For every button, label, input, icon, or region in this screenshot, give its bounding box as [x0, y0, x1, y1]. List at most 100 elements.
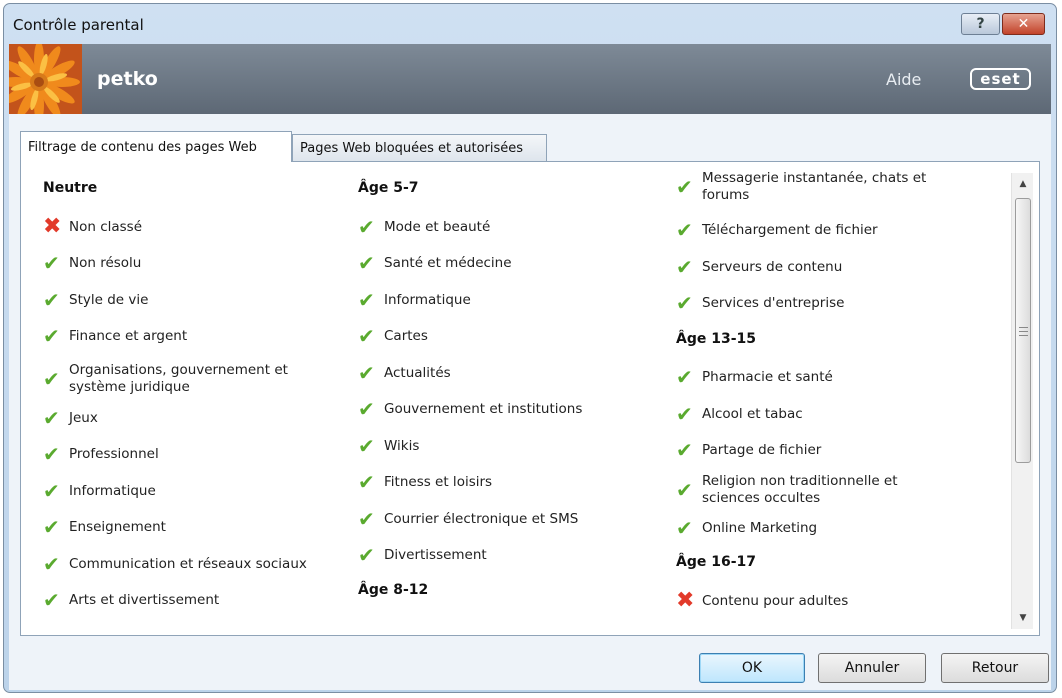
- check-icon[interactable]: ✔: [358, 509, 375, 529]
- status-icon-wrapper[interactable]: ✔: [43, 408, 69, 428]
- check-icon[interactable]: ✔: [676, 480, 693, 500]
- status-icon-wrapper[interactable]: ✔: [358, 253, 384, 273]
- category-item[interactable]: ✔ Communication et réseaux sociaux: [43, 554, 343, 574]
- check-icon[interactable]: ✔: [358, 545, 375, 565]
- status-icon-wrapper[interactable]: ✔: [676, 367, 702, 387]
- status-icon-wrapper[interactable]: ✔: [676, 480, 702, 500]
- check-icon[interactable]: ✔: [676, 177, 693, 197]
- check-icon[interactable]: ✔: [43, 481, 60, 501]
- check-icon[interactable]: ✔: [676, 404, 693, 424]
- check-icon[interactable]: ✔: [676, 293, 693, 313]
- status-icon-wrapper[interactable]: ✔: [676, 440, 702, 460]
- category-item[interactable]: ✔ Style de vie: [43, 290, 343, 310]
- category-item[interactable]: ✖ Non classé: [43, 216, 343, 238]
- category-item[interactable]: ✔ Finance et argent: [43, 326, 343, 346]
- check-icon[interactable]: ✔: [43, 554, 60, 574]
- status-icon-wrapper[interactable]: ✔: [43, 369, 69, 389]
- status-icon-wrapper[interactable]: ✔: [358, 545, 384, 565]
- cross-icon[interactable]: ✖: [43, 216, 61, 238]
- check-icon[interactable]: ✔: [358, 399, 375, 419]
- check-icon[interactable]: ✔: [43, 369, 60, 389]
- check-icon[interactable]: ✔: [43, 517, 60, 537]
- check-icon[interactable]: ✔: [43, 253, 60, 273]
- check-icon[interactable]: ✔: [676, 518, 693, 538]
- category-item[interactable]: ✔ Gouvernement et institutions: [358, 399, 658, 419]
- status-icon-wrapper[interactable]: ✔: [43, 554, 69, 574]
- category-item[interactable]: ✔ Santé et médecine: [358, 253, 658, 273]
- check-icon[interactable]: ✔: [43, 444, 60, 464]
- check-icon[interactable]: ✔: [43, 290, 60, 310]
- status-icon-wrapper[interactable]: ✔: [358, 436, 384, 456]
- check-icon[interactable]: ✔: [358, 253, 375, 273]
- ok-button[interactable]: OK: [699, 653, 805, 683]
- category-item[interactable]: ✔ Informatique: [358, 290, 658, 310]
- category-item[interactable]: ✔ Messagerie instantanée, chats et forums: [676, 170, 958, 204]
- category-item[interactable]: ✔ Alcool et tabac: [676, 404, 976, 424]
- category-item[interactable]: ✔ Non résolu: [43, 253, 343, 273]
- check-icon[interactable]: ✔: [358, 436, 375, 456]
- status-icon-wrapper[interactable]: ✔: [358, 326, 384, 346]
- category-item[interactable]: ✔ Fitness et loisirs: [358, 472, 658, 492]
- check-icon[interactable]: ✔: [676, 367, 693, 387]
- help-button[interactable]: ?: [961, 13, 1000, 35]
- check-icon[interactable]: ✔: [358, 290, 375, 310]
- category-item[interactable]: ✖ Contenu pour adultes: [676, 590, 976, 612]
- category-item[interactable]: ✔ Arts et divertissement: [43, 590, 343, 610]
- check-icon[interactable]: ✔: [43, 590, 60, 610]
- status-icon-wrapper[interactable]: ✔: [43, 444, 69, 464]
- category-item[interactable]: ✔ Courrier électronique et SMS: [358, 509, 658, 529]
- help-link[interactable]: Aide: [886, 70, 921, 89]
- vertical-scrollbar[interactable]: ▲ ▼: [1011, 173, 1033, 629]
- category-item[interactable]: ✔ Téléchargement de fichier: [676, 220, 976, 240]
- status-icon-wrapper[interactable]: ✔: [676, 293, 702, 313]
- check-icon[interactable]: ✔: [43, 408, 60, 428]
- scroll-up-arrow-icon[interactable]: ▲: [1012, 175, 1034, 193]
- category-item[interactable]: ✔ Partage de fichier: [676, 440, 976, 460]
- status-icon-wrapper[interactable]: ✔: [43, 326, 69, 346]
- category-item[interactable]: ✔ Religion non traditionnelle et sciences…: [676, 473, 958, 507]
- check-icon[interactable]: ✔: [358, 217, 375, 237]
- check-icon[interactable]: ✔: [676, 257, 693, 277]
- status-icon-wrapper[interactable]: ✖: [676, 590, 702, 612]
- status-icon-wrapper[interactable]: ✔: [676, 257, 702, 277]
- tab-web-content-filtering[interactable]: Filtrage de contenu des pages Web: [20, 131, 292, 162]
- back-button[interactable]: Retour: [941, 653, 1049, 683]
- status-icon-wrapper[interactable]: ✔: [676, 518, 702, 538]
- status-icon-wrapper[interactable]: ✔: [358, 217, 384, 237]
- category-item[interactable]: ✔ Cartes: [358, 326, 658, 346]
- category-item[interactable]: ✔ Services d'entreprise: [676, 293, 976, 313]
- check-icon[interactable]: ✔: [358, 363, 375, 383]
- status-icon-wrapper[interactable]: ✔: [358, 363, 384, 383]
- status-icon-wrapper[interactable]: ✔: [676, 404, 702, 424]
- tab-blocked-allowed-pages[interactable]: Pages Web bloquées et autorisées: [292, 134, 547, 162]
- category-item[interactable]: ✔ Jeux: [43, 408, 343, 428]
- category-item[interactable]: ✔ Serveurs de contenu: [676, 257, 976, 277]
- check-icon[interactable]: ✔: [358, 326, 375, 346]
- status-icon-wrapper[interactable]: ✔: [676, 177, 702, 197]
- status-icon-wrapper[interactable]: ✔: [676, 220, 702, 240]
- category-item[interactable]: ✔ Online Marketing: [676, 518, 976, 538]
- category-item[interactable]: ✔ Divertissement: [358, 545, 658, 565]
- status-icon-wrapper[interactable]: ✔: [358, 399, 384, 419]
- status-icon-wrapper[interactable]: ✔: [358, 290, 384, 310]
- check-icon[interactable]: ✔: [676, 440, 693, 460]
- status-icon-wrapper[interactable]: ✔: [43, 517, 69, 537]
- category-item[interactable]: ✔ Informatique: [43, 481, 343, 501]
- cross-icon[interactable]: ✖: [676, 590, 694, 612]
- category-item[interactable]: ✔ Actualités: [358, 363, 658, 383]
- category-item[interactable]: ✔ Wikis: [358, 436, 658, 456]
- category-item[interactable]: ✔ Enseignement: [43, 517, 343, 537]
- status-icon-wrapper[interactable]: ✔: [43, 290, 69, 310]
- cancel-button[interactable]: Annuler: [818, 653, 926, 683]
- category-item[interactable]: ✔ Pharmacie et santé: [676, 367, 976, 387]
- status-icon-wrapper[interactable]: ✔: [43, 253, 69, 273]
- check-icon[interactable]: ✔: [358, 472, 375, 492]
- scroll-thumb[interactable]: [1015, 198, 1031, 463]
- status-icon-wrapper[interactable]: ✔: [43, 481, 69, 501]
- scroll-down-arrow-icon[interactable]: ▼: [1012, 609, 1034, 627]
- status-icon-wrapper[interactable]: ✖: [43, 216, 69, 238]
- status-icon-wrapper[interactable]: ✔: [43, 590, 69, 610]
- status-icon-wrapper[interactable]: ✔: [358, 509, 384, 529]
- check-icon[interactable]: ✔: [676, 220, 693, 240]
- close-button[interactable]: ✕: [1002, 13, 1045, 35]
